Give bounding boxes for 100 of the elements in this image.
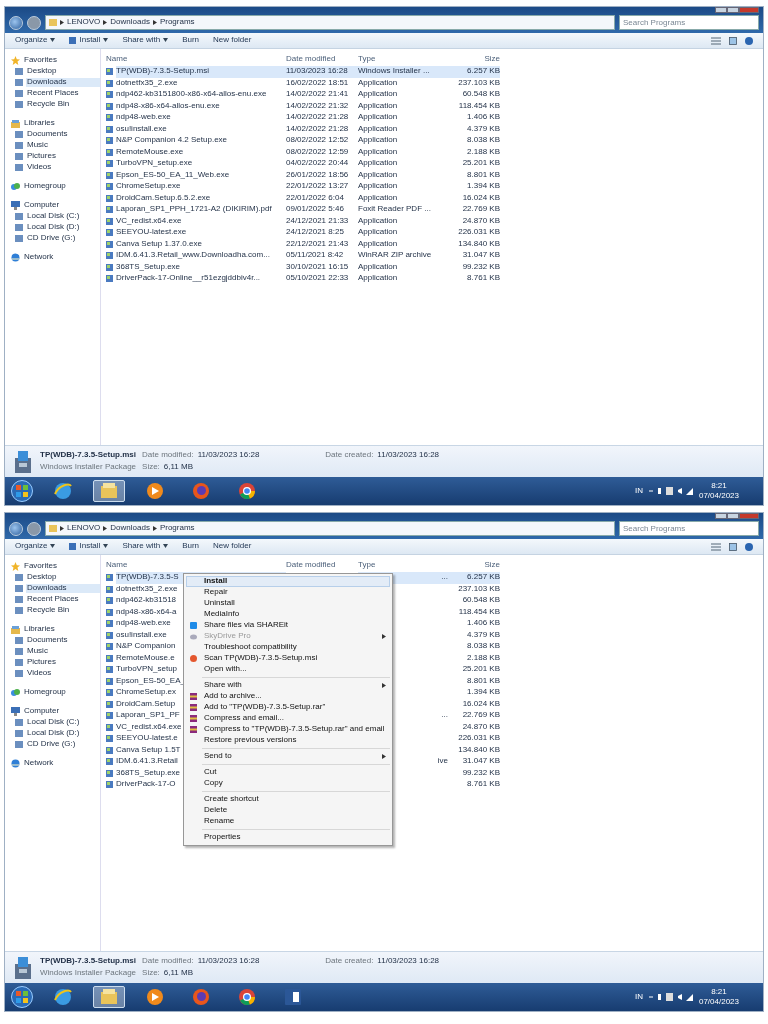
file-name[interactable]: Laporan_SP1_PPH_1721-A2 (DIKIRIM).pdf: [116, 204, 286, 216]
window-controls[interactable]: [715, 7, 759, 13]
menu-item[interactable]: Rename: [186, 816, 390, 827]
nav-item[interactable]: Recycle Bin: [26, 100, 100, 109]
menu-item[interactable]: Create shortcut: [186, 794, 390, 805]
nav-item[interactable]: Local Disk (D:): [26, 223, 100, 232]
nav-item[interactable]: Music: [26, 141, 100, 150]
start-button[interactable]: [11, 480, 33, 502]
nav-item[interactable]: Downloads: [26, 584, 100, 593]
column-header[interactable]: Date modified: [286, 55, 358, 64]
nav-group[interactable]: Computer: [23, 201, 100, 210]
nav-item[interactable]: Documents: [26, 130, 100, 139]
menu-item[interactable]: Add to archive...: [186, 691, 390, 702]
nav-group[interactable]: Homegroup: [23, 688, 100, 697]
menu-item[interactable]: Open with...: [186, 664, 390, 675]
window-controls[interactable]: [715, 513, 759, 519]
nav-item[interactable]: Downloads: [26, 78, 100, 87]
toolbar-button[interactable]: New folder: [213, 542, 252, 551]
nav-group[interactable]: Favorites: [23, 562, 100, 571]
nav-item[interactable]: Local Disk (C:): [26, 212, 100, 221]
nav-item[interactable]: Pictures: [26, 658, 100, 667]
search-field[interactable]: Search Programs: [619, 521, 759, 536]
tray-icons-drawing[interactable]: [648, 993, 693, 1001]
preview-pane-icon[interactable]: [729, 542, 737, 551]
nav-group[interactable]: Favorites: [23, 56, 100, 65]
column-header[interactable]: Type: [358, 561, 448, 570]
file-name[interactable]: VC_redist.x64.exe: [116, 215, 286, 227]
menu-item[interactable]: Compress and email...: [186, 713, 390, 724]
back-button[interactable]: [9, 522, 23, 536]
help-icon[interactable]: [745, 36, 753, 45]
clock-time[interactable]: 8:21: [711, 481, 727, 491]
tray-icons-drawing[interactable]: [648, 487, 693, 495]
nav-item[interactable]: Desktop: [26, 67, 100, 76]
file-name[interactable]: TurboVPN_setup.exe: [116, 158, 286, 170]
clock-date[interactable]: 07/04/2023: [698, 491, 739, 501]
toolbar-button[interactable]: Burn: [182, 542, 200, 551]
toolbar-button[interactable]: Share with: [122, 36, 169, 45]
forward-button[interactable]: [27, 16, 41, 30]
file-name[interactable]: N&P Companion 4.2 Setup.exe: [116, 135, 286, 147]
menu-item[interactable]: Share files via SHAREit: [186, 620, 390, 631]
nav-item[interactable]: Documents: [26, 636, 100, 645]
toolbar-button[interactable]: Organize: [15, 36, 56, 45]
nav-item[interactable]: Videos: [26, 669, 100, 678]
menu-item[interactable]: MediaInfo: [186, 609, 390, 620]
file-name[interactable]: Epson_ES-50_EA_11_Web.exe: [116, 169, 286, 181]
breadcrumb[interactable]: Downloads: [110, 524, 150, 533]
menu-item[interactable]: Compress to "TP(WDB)-7.3.5-Setup.rar" and email: [186, 724, 390, 735]
toolbar-button[interactable]: Install: [69, 542, 109, 551]
menu-item[interactable]: Scan TP(WDB)-7.3.5-Setup.msi: [186, 653, 390, 664]
menu-item[interactable]: Install: [186, 576, 390, 587]
nav-item[interactable]: Recent Places: [26, 89, 100, 98]
nav-group[interactable]: Libraries: [23, 625, 100, 634]
menu-item[interactable]: Repair: [186, 587, 390, 598]
file-name[interactable]: TP(WDB)-7.3.5-Setup.msi: [116, 66, 286, 78]
breadcrumb[interactable]: Programs: [159, 18, 195, 27]
menu-item[interactable]: Send to: [186, 751, 390, 762]
breadcrumb[interactable]: LENOVO: [67, 524, 101, 533]
toolbar-button[interactable]: Organize: [15, 542, 56, 551]
menu-item[interactable]: Delete: [186, 805, 390, 816]
nav-item[interactable]: Local Disk (D:): [26, 729, 100, 738]
nav-group[interactable]: Network: [23, 759, 100, 768]
file-name[interactable]: ndp48-web.exe: [116, 112, 286, 124]
file-name[interactable]: DroidCam.Setup.6.5.2.exe: [116, 192, 286, 204]
nav-item[interactable]: Local Disk (C:): [26, 718, 100, 727]
clock-time[interactable]: 8:21: [711, 987, 727, 997]
nav-item[interactable]: CD Drive (G:): [26, 234, 100, 243]
file-name[interactable]: osu!install.exe: [116, 123, 286, 135]
nav-item[interactable]: Pictures: [26, 152, 100, 161]
file-name[interactable]: Canva Setup 1.37.0.exe: [116, 238, 286, 250]
menu-item[interactable]: Restore previous versions: [186, 735, 390, 746]
menu-item[interactable]: Uninstall: [186, 598, 390, 609]
column-header[interactable]: Size: [448, 561, 500, 570]
menu-item[interactable]: Share with: [186, 680, 390, 691]
toolbar-button[interactable]: Share with: [122, 542, 169, 551]
menu-item[interactable]: Troubleshoot compatibility: [186, 642, 390, 653]
nav-item[interactable]: Desktop: [26, 573, 100, 582]
language-indicator[interactable]: IN: [634, 486, 643, 496]
toolbar-button[interactable]: New folder: [213, 36, 252, 45]
menu-item[interactable]: Copy: [186, 778, 390, 789]
column-header[interactable]: Size: [448, 55, 500, 64]
breadcrumb[interactable]: LENOVO: [67, 18, 101, 27]
back-button[interactable]: [9, 16, 23, 30]
nav-item[interactable]: Recycle Bin: [26, 606, 100, 615]
file-name[interactable]: IDM.6.41.3.Retail_www.Downloadha.com...: [116, 250, 286, 262]
file-name[interactable]: SEEYOU-latest.exe: [116, 227, 286, 239]
toolbar-button[interactable]: Install: [69, 36, 109, 45]
menu-item[interactable]: Cut: [186, 767, 390, 778]
column-header[interactable]: Type: [358, 55, 448, 64]
start-button[interactable]: [11, 986, 33, 1008]
address-bar[interactable]: LENOVO Downloads Programs: [45, 15, 615, 30]
nav-item[interactable]: Videos: [26, 163, 100, 172]
breadcrumb[interactable]: Downloads: [110, 18, 150, 27]
column-header[interactable]: Date modified: [286, 561, 358, 570]
file-name[interactable]: dotnetfx35_2.exe: [116, 77, 286, 89]
file-name[interactable]: 368TS_Setup.exe: [116, 261, 286, 273]
column-header[interactable]: Name: [106, 55, 286, 64]
file-name[interactable]: RemoteMouse.exe: [116, 146, 286, 158]
help-icon[interactable]: [745, 542, 753, 551]
clock-date[interactable]: 07/04/2023: [698, 997, 739, 1007]
menu-item[interactable]: Add to "TP(WDB)-7.3.5-Setup.rar": [186, 702, 390, 713]
